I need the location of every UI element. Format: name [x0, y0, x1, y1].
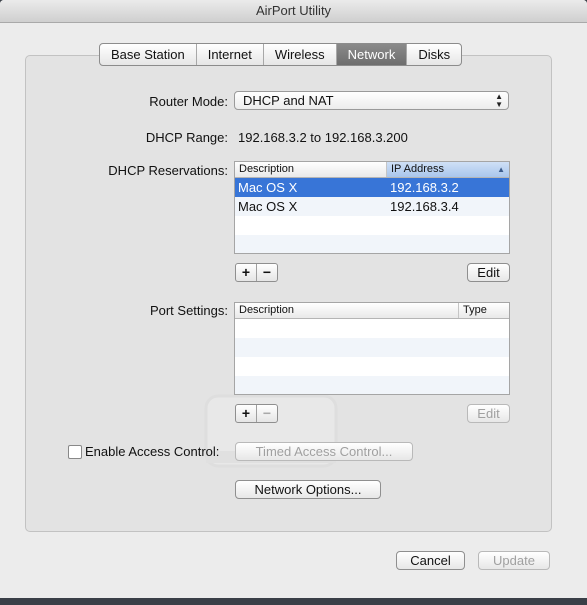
enable-access-control-checkbox[interactable] — [68, 445, 82, 459]
dhcp-range-label: DHCP Range: — [145, 130, 228, 145]
popup-arrows-icon: ▲ ▼ — [495, 92, 503, 109]
row-ip: 192.168.3.4 — [390, 199, 459, 214]
router-mode-select[interactable]: DHCP and NAT ▲ ▼ — [234, 91, 509, 110]
table-row[interactable]: Mac OS X 192.168.3.2 — [235, 178, 509, 197]
update-button[interactable]: Update — [478, 551, 550, 570]
row-description: Mac OS X — [238, 180, 298, 195]
remove-port-button[interactable]: − — [257, 405, 277, 422]
row-description: Mac OS X — [238, 199, 298, 214]
router-mode-label: Router Mode: — [149, 94, 228, 109]
port-settings-table[interactable]: Description Type — [234, 302, 510, 395]
table-row-empty — [235, 319, 509, 338]
tab-base-station[interactable]: Base Station — [100, 44, 197, 65]
table-header: Description IP Address ▲ — [235, 162, 509, 178]
table-row-empty — [235, 338, 509, 357]
cancel-button[interactable]: Cancel — [396, 551, 465, 570]
table-header: Description Type — [235, 303, 509, 319]
port-settings-label: Port Settings: — [149, 303, 228, 318]
sort-ascending-icon: ▲ — [497, 165, 505, 174]
reservations-add-remove: + − — [235, 263, 278, 282]
edit-port-button[interactable]: Edit — [467, 404, 510, 423]
tab-wireless[interactable]: Wireless — [264, 44, 337, 65]
dhcp-range-value: 192.168.3.2 to 192.168.3.200 — [238, 130, 408, 145]
add-port-button[interactable]: + — [236, 405, 257, 422]
ports-add-remove: + − — [235, 404, 278, 423]
dhcp-reservations-table[interactable]: Description IP Address ▲ Mac OS X 192.16… — [234, 161, 510, 254]
tab-network[interactable]: Network — [336, 44, 408, 65]
add-reservation-button[interactable]: + — [236, 264, 257, 281]
tab-internet[interactable]: Internet — [197, 44, 264, 65]
table-row-empty — [235, 216, 509, 235]
tab-bar: Base Station Internet Wireless Network D… — [99, 43, 463, 66]
timed-access-control-button[interactable]: Timed Access Control... — [235, 442, 413, 461]
table-row-empty — [235, 235, 509, 253]
tab-disks[interactable]: Disks — [407, 44, 461, 65]
edit-reservation-button[interactable]: Edit — [467, 263, 510, 282]
enable-access-control-label: Enable Access Control: — [85, 444, 220, 459]
window-title: AirPort Utility — [0, 0, 587, 23]
table-row-empty — [235, 376, 509, 394]
column-description[interactable]: Description — [235, 162, 387, 177]
column-ip-address-label: IP Address — [391, 163, 444, 175]
column-type[interactable]: Type — [459, 303, 509, 318]
remove-reservation-button[interactable]: − — [257, 264, 277, 281]
airport-utility-window: AirPort Utility Base Station Internet Wi… — [0, 0, 587, 598]
column-description[interactable]: Description — [235, 303, 459, 318]
dhcp-reservations-label: DHCP Reservations: — [108, 163, 228, 178]
column-ip-address[interactable]: IP Address ▲ — [387, 162, 509, 177]
table-row-empty — [235, 357, 509, 376]
row-ip: 192.168.3.2 — [390, 180, 459, 195]
table-row[interactable]: Mac OS X 192.168.3.4 — [235, 197, 509, 216]
router-mode-value: DHCP and NAT — [243, 93, 334, 108]
network-options-button[interactable]: Network Options... — [235, 480, 381, 499]
